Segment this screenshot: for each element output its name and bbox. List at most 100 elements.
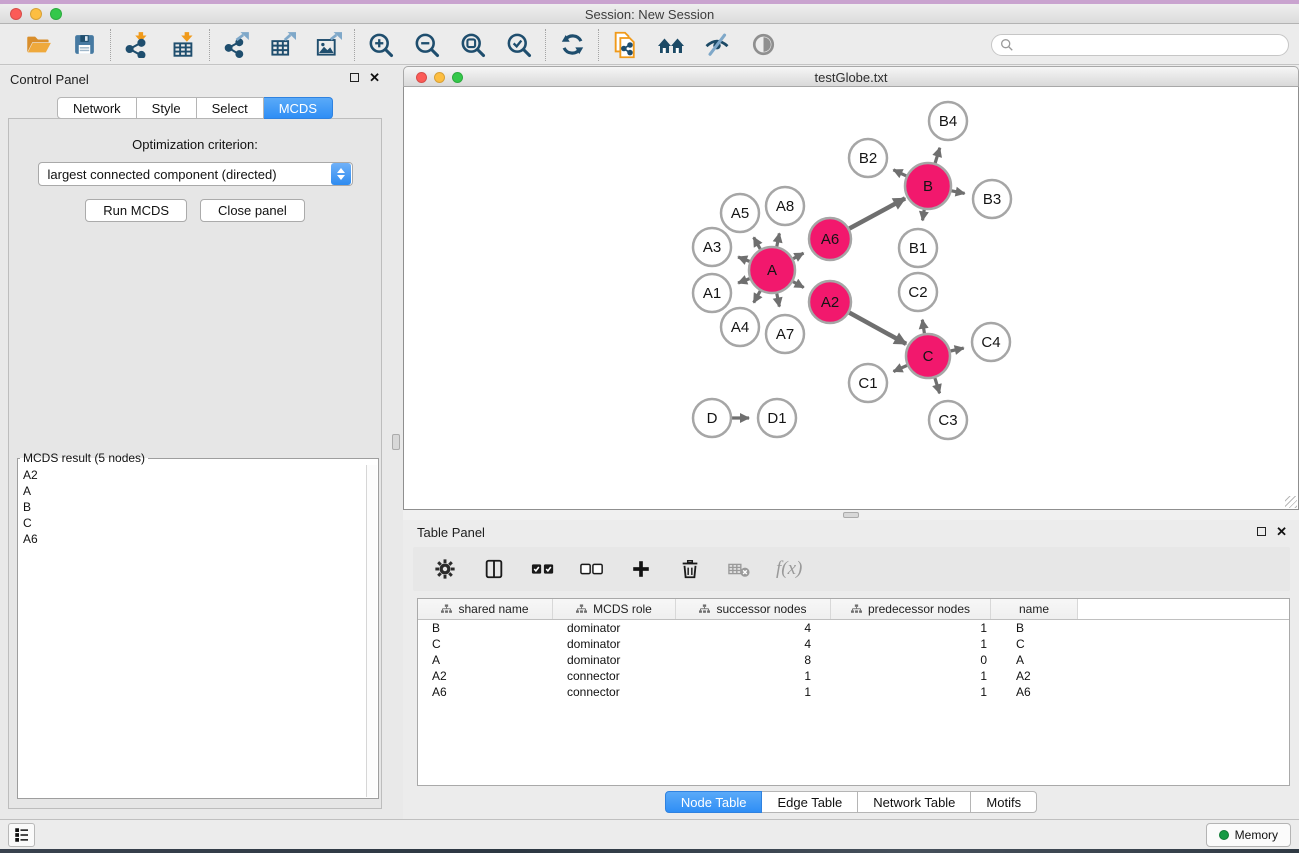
edge-C-C4[interactable] [951, 348, 964, 351]
import-table-button[interactable] [169, 31, 197, 59]
zoom-fit-button[interactable] [459, 31, 487, 59]
tab-network[interactable]: Network [57, 97, 137, 119]
tab-node-table[interactable]: Node Table [665, 791, 763, 813]
export-network-button[interactable] [222, 31, 250, 59]
select-all-button[interactable] [531, 557, 555, 581]
edge-C-C3[interactable] [935, 378, 940, 393]
tab-select[interactable]: Select [197, 97, 264, 119]
edge-A-A3[interactable] [738, 257, 750, 261]
edge-A-A5[interactable] [754, 237, 761, 249]
tab-network-table[interactable]: Network Table [858, 791, 971, 813]
import-network-button[interactable] [123, 31, 151, 59]
float-panel-icon[interactable] [1257, 527, 1266, 536]
node-label-A2: A2 [821, 294, 839, 311]
node-label-C2: C2 [908, 284, 927, 301]
optimization-select-value: largest connected component (directed) [39, 167, 330, 182]
edge-C-C2[interactable] [922, 320, 924, 334]
node-label-A: A [767, 262, 777, 279]
export-table-button[interactable] [268, 31, 296, 59]
show-all-button[interactable] [749, 31, 777, 59]
home-button[interactable] [657, 31, 685, 59]
edge-A-A8[interactable] [777, 233, 780, 246]
cell-shared-name: A6 [418, 685, 553, 699]
save-session-button[interactable] [70, 31, 98, 59]
column-header-predecessor-nodes[interactable]: predecessor nodes [831, 599, 991, 619]
search-field[interactable] [991, 34, 1289, 56]
tab-edge-table[interactable]: Edge Table [762, 791, 858, 813]
delete-table-button[interactable] [727, 557, 751, 581]
edge-B-B4[interactable] [935, 148, 940, 163]
hide-selected-button[interactable] [703, 31, 731, 59]
close-panel-icon[interactable]: ✕ [1276, 526, 1287, 537]
float-panel-icon[interactable] [350, 73, 359, 82]
function-builder-button[interactable]: f(x) [776, 557, 802, 581]
edge-A-A4[interactable] [754, 291, 761, 303]
tab-motifs[interactable]: Motifs [971, 791, 1037, 813]
network-canvas[interactable]: B4B2BB3B1A5A8A6A3AA1A2C2A4A7C4CC1C3DD1 [403, 87, 1299, 510]
edge-B-B1[interactable] [923, 210, 925, 221]
zoom-window-button[interactable] [50, 8, 62, 20]
node-table: shared nameMCDS role successor nodes prede… [417, 598, 1290, 786]
open-session-button[interactable] [24, 31, 52, 59]
edge-A6-B[interactable] [849, 198, 905, 228]
add-column-button[interactable] [629, 557, 653, 581]
network-window-titlebar: testGlobe.txt [403, 66, 1299, 87]
edge-A-A2[interactable] [793, 282, 804, 288]
network-from-clipboard-button[interactable] [611, 31, 639, 59]
close-window-button[interactable] [10, 8, 22, 20]
column-header-MCDS-role[interactable]: MCDS role [553, 599, 676, 619]
task-history-button[interactable] [8, 823, 35, 847]
table-row[interactable]: Adominator80A [418, 652, 1289, 668]
edge-B-B2[interactable] [893, 170, 906, 176]
tab-mcds[interactable]: MCDS [264, 97, 333, 119]
edge-A-A7[interactable] [777, 294, 780, 307]
resize-grip[interactable] [1285, 496, 1297, 508]
vertical-splitter[interactable] [390, 66, 403, 819]
refresh-button[interactable] [558, 31, 586, 59]
edge-B-B3[interactable] [952, 191, 965, 194]
splitter-handle[interactable] [843, 512, 859, 518]
edge-C-C1[interactable] [894, 365, 908, 371]
column-header-name[interactable]: name [991, 599, 1078, 619]
mcds-result-item[interactable]: B [19, 499, 365, 515]
close-panel-button[interactable]: Close panel [200, 199, 305, 222]
splitter-handle[interactable] [392, 434, 400, 450]
network-close-button[interactable] [416, 72, 427, 83]
traffic-lights [10, 8, 62, 20]
mcds-result-item[interactable]: C [19, 515, 365, 531]
column-header-label: successor nodes [716, 602, 806, 616]
import-table-icon [170, 31, 197, 58]
mcds-result-item[interactable]: A6 [19, 531, 365, 547]
network-minimize-button[interactable] [434, 72, 445, 83]
run-mcds-button[interactable]: Run MCDS [85, 199, 187, 222]
result-scrollbar[interactable] [366, 465, 377, 797]
table-columns-button[interactable] [482, 557, 506, 581]
deselect-all-button[interactable] [580, 557, 604, 581]
table-row[interactable]: A2connector11A2 [418, 668, 1289, 684]
mcds-result-item[interactable]: A2 [19, 467, 365, 483]
zoom-in-button[interactable] [367, 31, 395, 59]
search-input[interactable] [1020, 37, 1280, 52]
memory-button[interactable]: Memory [1206, 823, 1291, 847]
table-row[interactable]: A6connector11A6 [418, 684, 1289, 700]
eye-icon [750, 31, 777, 58]
edge-A-A1[interactable] [738, 279, 750, 283]
horizontal-splitter[interactable] [403, 510, 1299, 520]
table-row[interactable]: Bdominator41B [418, 620, 1289, 636]
edge-A-A6[interactable] [793, 253, 803, 259]
edge-A2-C[interactable] [849, 313, 906, 344]
network-zoom-button[interactable] [452, 72, 463, 83]
table-settings-button[interactable] [433, 557, 457, 581]
mcds-result-item[interactable]: A [19, 483, 365, 499]
zoom-selected-button[interactable] [505, 31, 533, 59]
table-row[interactable]: Cdominator41C [418, 636, 1289, 652]
optimization-select[interactable]: largest connected component (directed) [38, 162, 353, 186]
export-image-button[interactable] [314, 31, 342, 59]
column-header-shared-name[interactable]: shared name [418, 599, 553, 619]
column-header-successor-nodes[interactable]: successor nodes [676, 599, 831, 619]
minimize-window-button[interactable] [30, 8, 42, 20]
zoom-out-button[interactable] [413, 31, 441, 59]
tab-style[interactable]: Style [137, 97, 197, 119]
delete-column-button[interactable] [678, 557, 702, 581]
close-panel-icon[interactable]: ✕ [369, 72, 380, 83]
